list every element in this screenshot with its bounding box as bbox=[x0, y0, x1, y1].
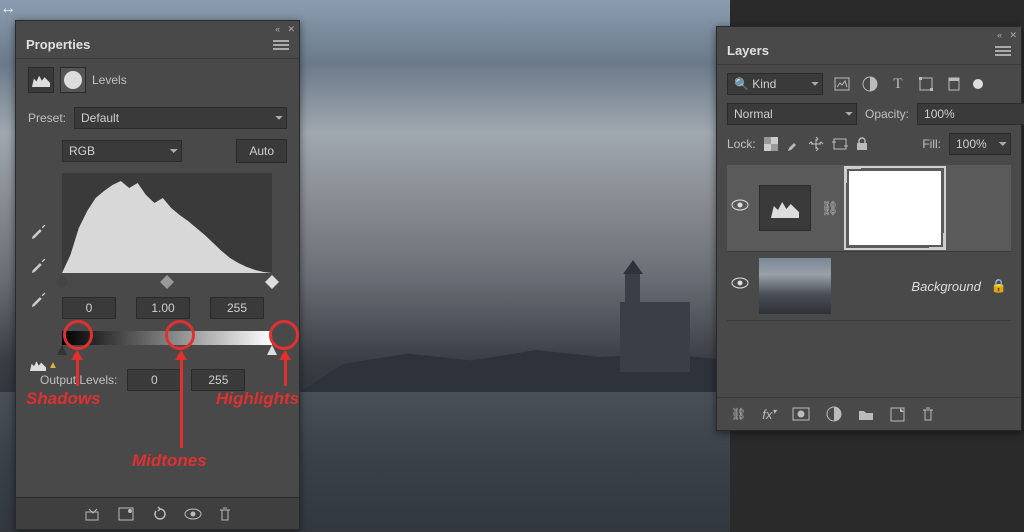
reset-icon[interactable] bbox=[152, 506, 168, 522]
visibility-eye-icon[interactable] bbox=[731, 277, 749, 295]
visibility-toggle-icon[interactable] bbox=[184, 508, 202, 520]
layers-panel-controls: « ✕ bbox=[717, 27, 1021, 37]
layer-filter-select[interactable]: 🔍 Kind bbox=[727, 73, 823, 95]
opacity-label: Opacity: bbox=[865, 107, 909, 121]
properties-panel: « ✕ Properties Levels Preset: Default RG… bbox=[15, 20, 300, 530]
opacity-select[interactable]: 100% bbox=[917, 103, 1024, 125]
mask-icon[interactable] bbox=[60, 67, 86, 93]
panel-menu-icon[interactable] bbox=[273, 40, 289, 50]
properties-footer bbox=[16, 497, 299, 529]
new-group-icon[interactable] bbox=[858, 408, 874, 421]
collapse-icon[interactable]: « bbox=[997, 30, 1002, 40]
clip-to-layer-icon[interactable] bbox=[84, 506, 102, 522]
lock-transparency-icon[interactable] bbox=[764, 137, 778, 151]
eyedropper-white-icon[interactable] bbox=[30, 289, 50, 309]
filter-pixel-icon[interactable] bbox=[833, 75, 851, 93]
highlight-slider-handle[interactable] bbox=[265, 275, 279, 289]
filter-smart-icon[interactable] bbox=[945, 75, 963, 93]
midtone-input[interactable] bbox=[136, 297, 190, 319]
eyedropper-black-icon[interactable] bbox=[30, 221, 50, 241]
delete-layer-icon[interactable] bbox=[921, 406, 935, 422]
layer-levels-adjustment[interactable]: ⛓ bbox=[727, 165, 1011, 252]
blend-mode-select[interactable]: Normal bbox=[727, 103, 857, 125]
output-low-input[interactable] bbox=[127, 369, 181, 391]
lock-label: Lock: bbox=[727, 137, 756, 151]
input-levels-slider[interactable] bbox=[62, 275, 272, 291]
lock-artboard-icon[interactable] bbox=[832, 137, 848, 151]
filter-shape-icon[interactable] bbox=[917, 75, 935, 93]
layers-footer: ⛓ fx▾ bbox=[717, 397, 1021, 430]
preset-select[interactable]: Default bbox=[74, 107, 287, 129]
histogram-warning-icon bbox=[30, 359, 46, 371]
layers-panel: « ✕ Layers 🔍 Kind T Normal Opacity: 100%… bbox=[716, 26, 1022, 431]
add-mask-icon[interactable] bbox=[792, 407, 810, 421]
output-black-handle[interactable] bbox=[57, 345, 67, 355]
warning-triangle-icon: ▲ bbox=[48, 360, 58, 371]
lock-all-icon[interactable] bbox=[856, 137, 868, 151]
filter-adjustment-icon[interactable] bbox=[861, 75, 879, 93]
new-layer-icon[interactable] bbox=[890, 407, 905, 422]
collapse-icon[interactable]: « bbox=[275, 24, 280, 34]
background-thumb[interactable] bbox=[759, 258, 831, 314]
filter-toggle-icon[interactable] bbox=[973, 79, 983, 89]
midtone-slider-handle[interactable] bbox=[160, 275, 174, 289]
levels-adjustment-icon[interactable] bbox=[28, 67, 54, 93]
link-icon[interactable]: ⛓ bbox=[821, 200, 839, 217]
adjustment-thumb[interactable] bbox=[759, 185, 811, 231]
link-layers-icon[interactable]: ⛓ bbox=[731, 407, 746, 421]
close-icon[interactable]: ✕ bbox=[287, 24, 295, 35]
highlight-input[interactable] bbox=[210, 297, 264, 319]
filter-type-icon[interactable]: T bbox=[889, 75, 907, 93]
delete-icon[interactable] bbox=[218, 506, 232, 522]
layer-background[interactable]: Background 🔒 bbox=[727, 252, 1011, 321]
new-adjustment-icon[interactable] bbox=[826, 406, 842, 422]
resize-arrow-icon: ↔ bbox=[0, 0, 16, 18]
output-gradient[interactable] bbox=[62, 331, 272, 345]
lock-badge-icon: 🔒 bbox=[991, 278, 1007, 294]
shadow-slider-handle[interactable] bbox=[55, 275, 69, 289]
output-white-handle[interactable] bbox=[267, 345, 277, 355]
fill-select[interactable]: 100% bbox=[949, 133, 1011, 155]
fill-label: Fill: bbox=[922, 137, 941, 151]
layer-mask-thumb[interactable] bbox=[849, 171, 941, 245]
lock-pixels-icon[interactable] bbox=[786, 137, 800, 151]
layer-name-label: Background bbox=[911, 279, 980, 294]
panel-menu-icon[interactable] bbox=[995, 46, 1011, 56]
auto-button[interactable]: Auto bbox=[236, 139, 287, 163]
output-high-input[interactable] bbox=[191, 369, 245, 391]
levels-histogram bbox=[62, 173, 272, 273]
panel-controls: « ✕ bbox=[16, 21, 299, 31]
panel-title: Properties bbox=[26, 37, 90, 52]
visibility-eye-icon[interactable] bbox=[731, 199, 749, 217]
layer-fx-icon[interactable]: fx▾ bbox=[762, 407, 776, 422]
eyedropper-gray-icon[interactable] bbox=[30, 255, 50, 275]
channel-select[interactable]: RGB bbox=[62, 140, 182, 162]
lock-position-icon[interactable] bbox=[808, 136, 824, 152]
view-previous-icon[interactable] bbox=[118, 507, 136, 521]
close-icon[interactable]: ✕ bbox=[1009, 30, 1017, 41]
layers-title: Layers bbox=[727, 43, 769, 58]
shadow-input[interactable] bbox=[62, 297, 116, 319]
adjustment-type-label: Levels bbox=[92, 73, 127, 87]
annotation-midtones: Midtones bbox=[132, 451, 207, 471]
preset-label: Preset: bbox=[28, 111, 66, 125]
